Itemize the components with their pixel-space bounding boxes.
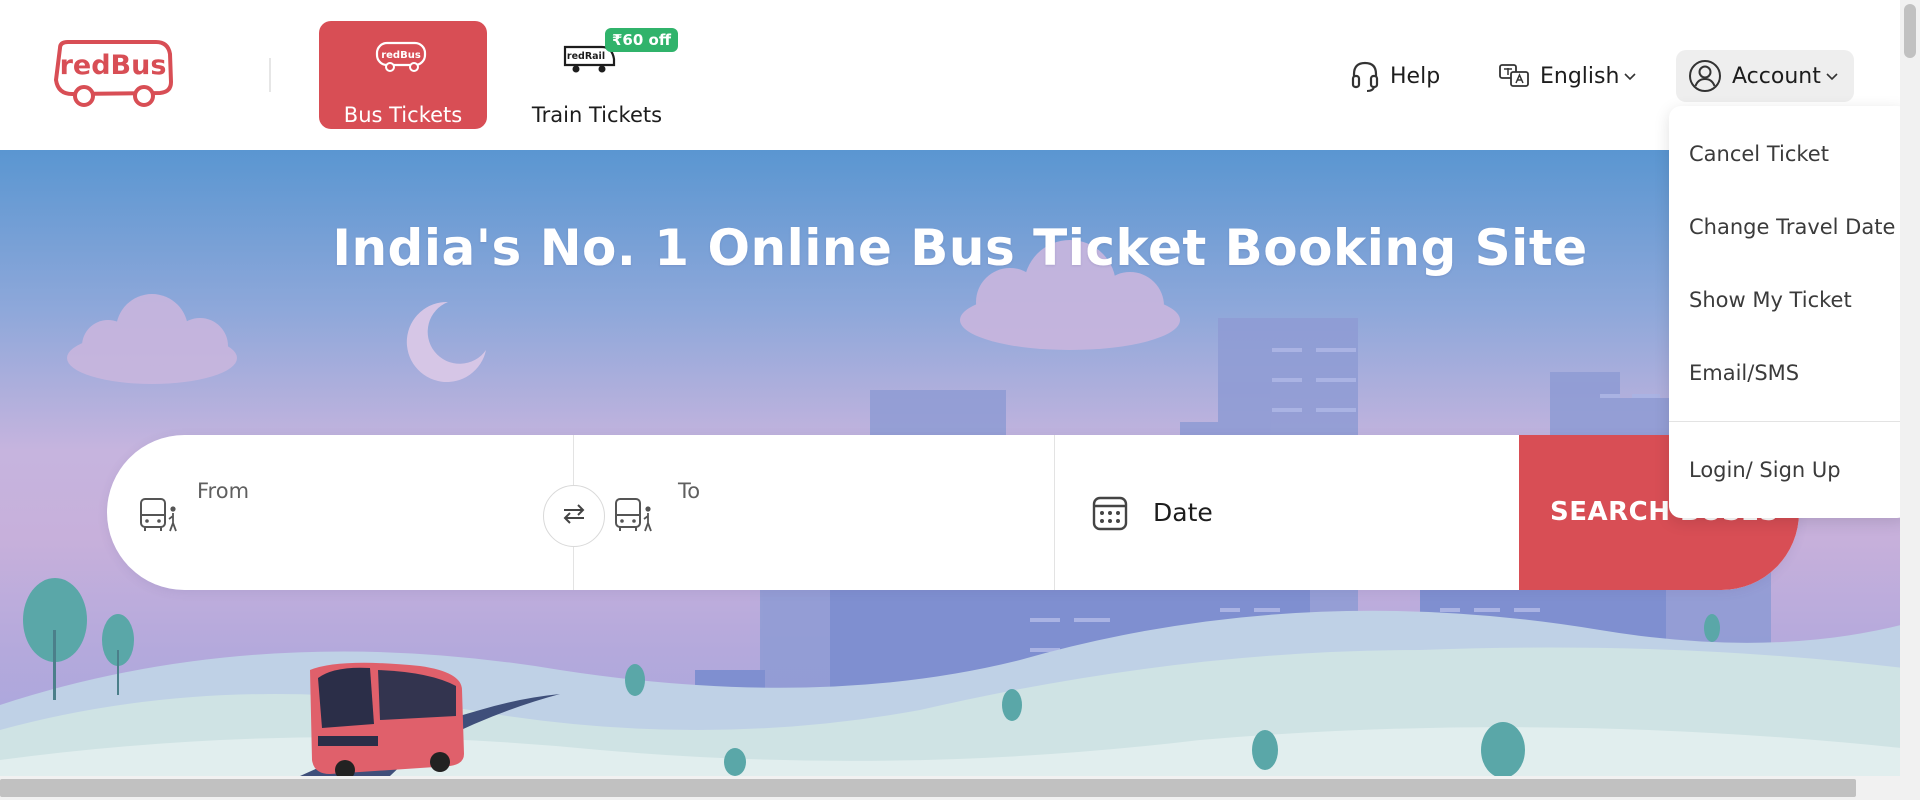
chevron-down-icon: [1825, 71, 1839, 81]
tab-train-tickets[interactable]: redRail ₹60 off Train Tickets: [512, 21, 682, 129]
tab-train-logo-text: redRail: [567, 51, 605, 62]
from-field[interactable]: From: [107, 435, 573, 590]
swap-locations-button[interactable]: [543, 485, 605, 547]
logo-wordmark: redBus: [60, 50, 167, 81]
bus-passenger-icon: [139, 495, 181, 539]
horizontal-scrollbar[interactable]: [0, 776, 1920, 800]
train-offer-badge: ₹60 off: [605, 28, 678, 52]
account-dropdown: Cancel Ticket Change Travel Date Show My…: [1669, 106, 1909, 518]
menu-item-change-travel-date[interactable]: Change Travel Date: [1689, 215, 1895, 239]
chevron-down-icon: [1623, 71, 1637, 81]
header-divider: [269, 58, 271, 92]
language-label: English: [1540, 63, 1620, 89]
account-menu-button[interactable]: Account: [1676, 50, 1854, 102]
vertical-scrollbar-thumb[interactable]: [1904, 4, 1916, 58]
menu-item-cancel-ticket[interactable]: Cancel Ticket: [1689, 142, 1829, 166]
menu-item-login-signup[interactable]: Login/ Sign Up: [1689, 458, 1841, 482]
date-field[interactable]: Date: [1055, 435, 1522, 590]
top-header: redBus redBus Bus Tickets redRail ₹60 of…: [0, 0, 1920, 150]
tab-train-label: Train Tickets: [531, 103, 663, 127]
swap-arrows-icon: [561, 502, 587, 530]
menu-item-show-my-ticket[interactable]: Show My Ticket: [1689, 288, 1852, 312]
bus-passenger-icon: [614, 495, 656, 539]
to-field[interactable]: To: [574, 435, 1054, 590]
tab-bus-label: Bus Tickets: [343, 103, 463, 127]
bus-illustration: [310, 662, 464, 776]
headset-icon: [1350, 60, 1380, 92]
language-selector[interactable]: English: [1498, 51, 1637, 101]
to-label: To: [678, 479, 701, 503]
date-label: Date: [1153, 498, 1213, 527]
help-label: Help: [1390, 63, 1441, 89]
menu-item-email-sms[interactable]: Email/SMS: [1689, 361, 1799, 385]
redbus-bus-icon: redBus: [374, 39, 430, 79]
hero-title: India's No. 1 Online Bus Ticket Booking …: [332, 219, 1588, 277]
help-link[interactable]: Help: [1350, 51, 1440, 101]
tab-bus-tickets[interactable]: redBus Bus Tickets: [319, 21, 487, 129]
translate-icon: [1498, 63, 1530, 89]
user-avatar-icon: [1688, 59, 1722, 93]
horizontal-scrollbar-thumb[interactable]: [0, 779, 1856, 797]
redbus-logo[interactable]: redBus: [52, 38, 175, 110]
tab-bus-logo-text: redBus: [381, 50, 421, 61]
from-label: From: [197, 479, 250, 503]
menu-divider: [1669, 421, 1909, 422]
calendar-icon: [1092, 495, 1128, 535]
vertical-scrollbar[interactable]: [1900, 0, 1920, 776]
account-label: Account: [1732, 63, 1821, 89]
